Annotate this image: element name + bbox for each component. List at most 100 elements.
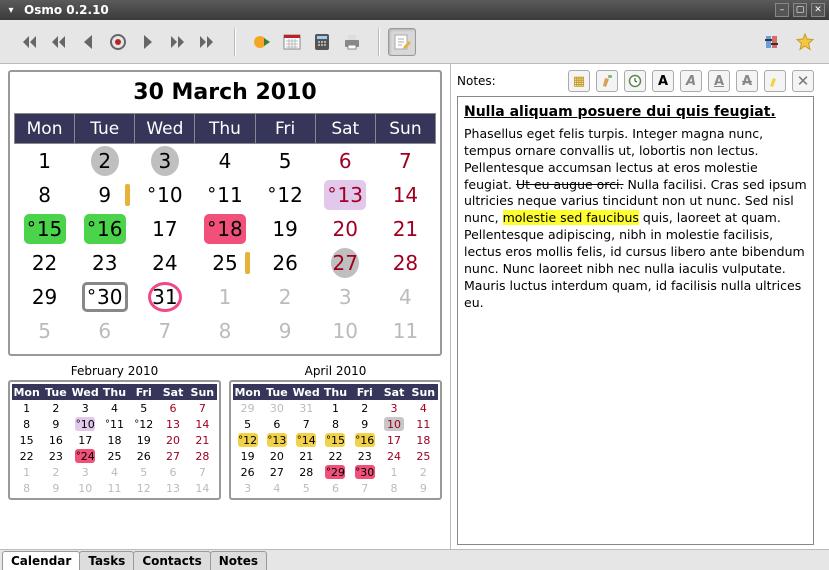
mini-day-cell[interactable]: 5 — [129, 400, 158, 416]
mini-day-cell[interactable]: 3 — [233, 480, 262, 496]
mini-day-cell[interactable]: 24 — [71, 448, 100, 464]
day-cell[interactable]: 8 — [195, 314, 255, 348]
day-cell[interactable]: 22 — [15, 246, 75, 280]
day-cell[interactable]: 3 — [315, 280, 375, 314]
underline-button[interactable]: A — [708, 70, 730, 92]
mini-day-cell[interactable]: 5 — [292, 480, 321, 496]
mini-day-cell[interactable]: 13 — [262, 432, 291, 448]
mini-day-cell[interactable]: 29 — [321, 464, 350, 480]
day-cell[interactable]: 30 — [75, 280, 135, 314]
day-cell[interactable]: 8 — [15, 178, 75, 212]
mini-day-cell[interactable]: 5 — [233, 416, 262, 432]
mini-day-cell[interactable]: 4 — [100, 464, 129, 480]
day-cell[interactable]: 19 — [255, 212, 315, 246]
day-cell[interactable]: 28 — [375, 246, 435, 280]
mini-day-cell[interactable]: 7 — [188, 464, 217, 480]
mini-day-cell[interactable]: 14 — [188, 416, 217, 432]
day-cell[interactable]: 16 — [75, 212, 135, 246]
day-cell[interactable]: 10 — [135, 178, 195, 212]
mini-day-cell[interactable]: 2 — [350, 400, 379, 416]
day-cell[interactable]: 15 — [15, 212, 75, 246]
mini-day-cell[interactable]: 3 — [71, 400, 100, 416]
mini-day-cell[interactable]: 26 — [233, 464, 262, 480]
mini-day-cell[interactable]: 10 — [71, 480, 100, 496]
note-editor[interactable]: Nulla aliquam posuere dui quis feugiat. … — [457, 96, 814, 545]
mini-day-cell[interactable]: 28 — [292, 464, 321, 480]
close-note-button[interactable]: ✕ — [792, 70, 814, 92]
mini-day-cell[interactable]: 6 — [321, 480, 350, 496]
mini-day-cell[interactable]: 13 — [158, 416, 187, 432]
mini-day-cell[interactable]: 26 — [129, 448, 158, 464]
mini-day-cell[interactable]: 24 — [379, 448, 408, 464]
mini-day-cell[interactable]: 9 — [41, 416, 70, 432]
prev-year-button[interactable] — [44, 28, 72, 56]
italic-button[interactable]: A — [680, 70, 702, 92]
mini-day-cell[interactable]: 21 — [188, 432, 217, 448]
mini-day-cell[interactable]: 12 — [233, 432, 262, 448]
insert-time-button[interactable] — [624, 70, 646, 92]
day-cell[interactable]: 2 — [255, 280, 315, 314]
day-cell[interactable]: 18 — [195, 212, 255, 246]
edit-note-button[interactable] — [388, 28, 416, 56]
print-button[interactable] — [338, 28, 366, 56]
select-date-button[interactable]: ▦ — [568, 70, 590, 92]
maximize-button[interactable]: ▢ — [793, 3, 807, 17]
mini-day-cell[interactable]: 2 — [41, 400, 70, 416]
mini-day-cell[interactable]: 27 — [262, 464, 291, 480]
mini-day-cell[interactable]: 5 — [129, 464, 158, 480]
tab-contacts[interactable]: Contacts — [133, 551, 210, 570]
day-cell[interactable]: 5 — [15, 314, 75, 348]
mini-day-cell[interactable]: 14 — [188, 480, 217, 496]
mini-day-cell[interactable]: 1 — [12, 464, 41, 480]
mini-day-cell[interactable]: 17 — [71, 432, 100, 448]
first-year-button[interactable] — [14, 28, 42, 56]
prev-month-button[interactable] — [74, 28, 102, 56]
day-cell[interactable]: 29 — [15, 280, 75, 314]
mini-day-cell[interactable]: 15 — [12, 432, 41, 448]
mini-day-cell[interactable]: 3 — [379, 400, 408, 416]
mini-day-cell[interactable]: 20 — [158, 432, 187, 448]
mini-calendar[interactable]: MonTueWedThuFriSatSun1234567891011121314… — [12, 384, 217, 496]
clear-format-button[interactable] — [596, 70, 618, 92]
day-cell[interactable]: 5 — [255, 144, 315, 178]
mini-day-cell[interactable]: 18 — [100, 432, 129, 448]
day-cell[interactable]: 2 — [75, 144, 135, 178]
mini-day-cell[interactable]: 17 — [379, 432, 408, 448]
mini-day-cell[interactable]: 2 — [409, 464, 438, 480]
mini-day-cell[interactable]: 11 — [100, 416, 129, 432]
mini-day-cell[interactable]: 16 — [41, 432, 70, 448]
mini-day-cell[interactable]: 8 — [12, 480, 41, 496]
mini-day-cell[interactable]: 1 — [12, 400, 41, 416]
day-cell[interactable]: 4 — [375, 280, 435, 314]
last-year-button[interactable] — [194, 28, 222, 56]
day-cell[interactable]: 26 — [255, 246, 315, 280]
mini-day-cell[interactable]: 15 — [321, 432, 350, 448]
day-cell[interactable]: 25 — [195, 246, 255, 280]
mini-day-cell[interactable]: 6 — [262, 416, 291, 432]
day-cell[interactable]: 6 — [75, 314, 135, 348]
mini-day-cell[interactable]: 6 — [158, 464, 187, 480]
day-cell[interactable]: 14 — [375, 178, 435, 212]
mini-calendar[interactable]: MonTueWedThuFriSatSun2930311234567891011… — [233, 384, 438, 496]
mini-day-cell[interactable]: 22 — [12, 448, 41, 464]
day-cell[interactable]: 1 — [195, 280, 255, 314]
mini-day-cell[interactable]: 7 — [292, 416, 321, 432]
day-cell[interactable]: 9 — [255, 314, 315, 348]
today-button[interactable] — [104, 28, 132, 56]
mini-day-cell[interactable]: 8 — [12, 416, 41, 432]
day-cell[interactable]: 24 — [135, 246, 195, 280]
day-cell[interactable]: 1 — [15, 144, 75, 178]
mini-day-cell[interactable]: 19 — [129, 432, 158, 448]
day-cell[interactable]: 21 — [375, 212, 435, 246]
jump-to-date-button[interactable] — [248, 28, 276, 56]
day-cell[interactable]: 7 — [135, 314, 195, 348]
about-button[interactable] — [791, 28, 819, 56]
day-cell[interactable]: 4 — [195, 144, 255, 178]
date-calculator-button[interactable] — [308, 28, 336, 56]
mini-day-cell[interactable]: 30 — [262, 400, 291, 416]
mini-day-cell[interactable]: 10 — [71, 416, 100, 432]
mini-day-cell[interactable]: 23 — [41, 448, 70, 464]
mini-day-cell[interactable]: 9 — [350, 416, 379, 432]
mini-day-cell[interactable]: 7 — [188, 400, 217, 416]
tab-notes[interactable]: Notes — [210, 551, 267, 570]
